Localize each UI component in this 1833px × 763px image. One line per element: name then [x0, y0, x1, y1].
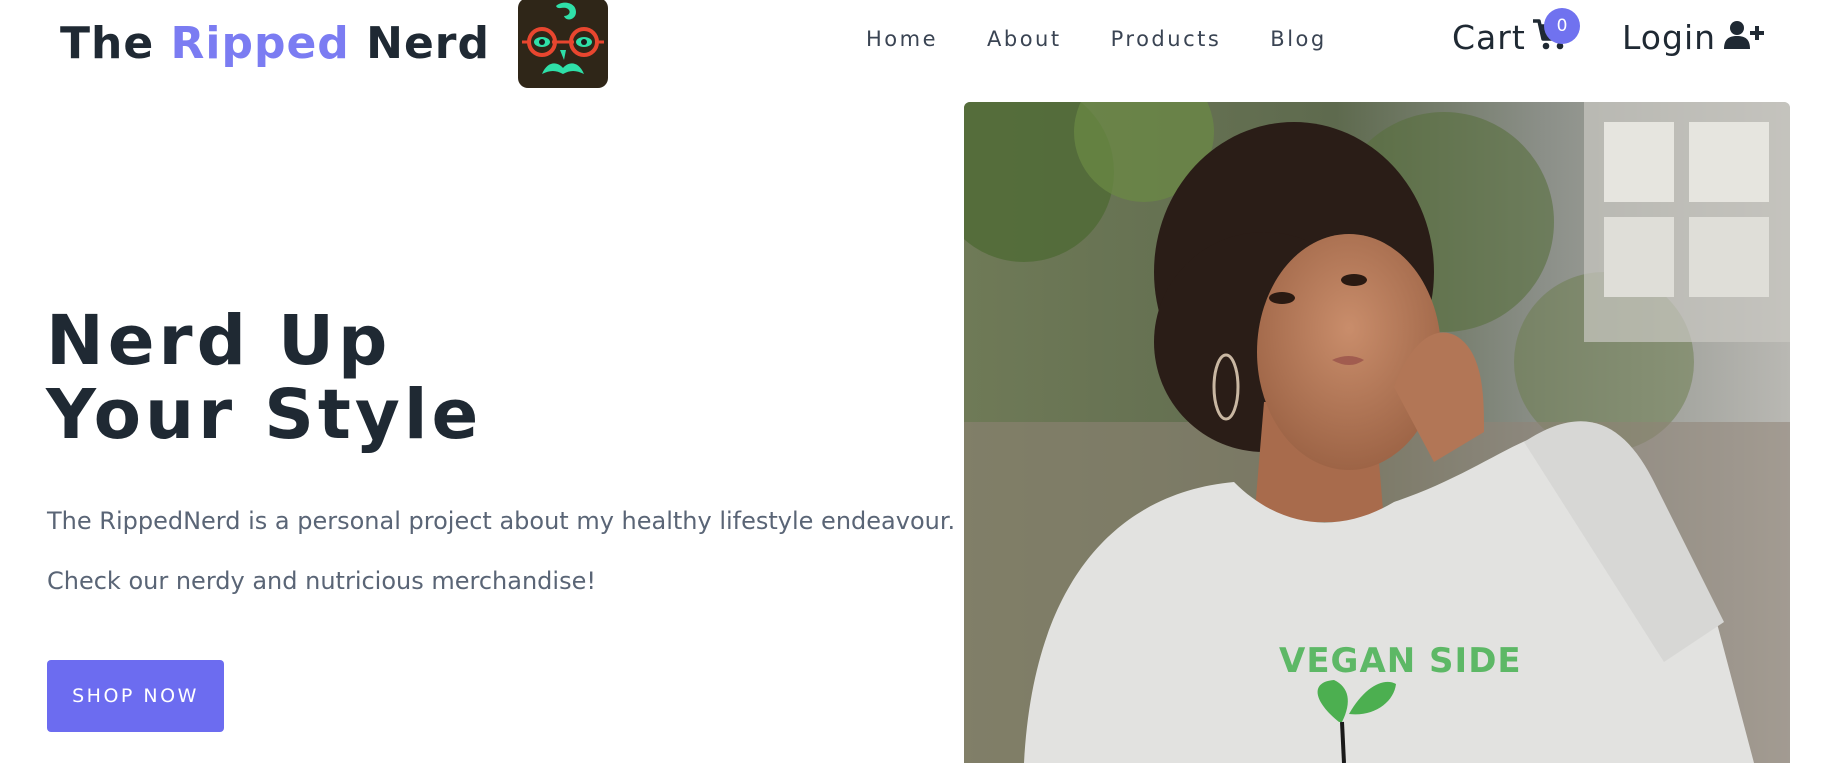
main-nav: Home About Products Blog — [866, 27, 1327, 51]
hero-image: VEGAN SIDE — [964, 102, 1790, 763]
brand-home-link[interactable]: The Ripped Nerd — [60, 0, 608, 88]
brand-word-ripped: Ripped — [170, 17, 350, 69]
nav-products[interactable]: Products — [1111, 27, 1222, 51]
login-button[interactable]: Login — [1622, 18, 1765, 57]
nav-blog[interactable]: Blog — [1270, 27, 1326, 51]
shirt-print-text: VEGAN SIDE — [1279, 641, 1522, 681]
brand-word-the: The — [60, 17, 171, 69]
brand-wordmark: The Ripped Nerd — [60, 18, 490, 69]
brand-word-nerd: Nerd — [349, 17, 490, 69]
hero-title-line-2: Your Style — [46, 375, 483, 455]
hero-description: The RippedNerd is a personal project abo… — [47, 507, 956, 535]
hero-title: Nerd Up Your Style — [46, 304, 606, 452]
login-label: Login — [1622, 18, 1717, 57]
cart-count-badge: 0 — [1544, 8, 1580, 44]
hero-subdescription: Check our nerdy and nutricious merchandi… — [47, 567, 596, 595]
hero-title-line-1: Nerd Up — [46, 301, 392, 381]
shop-now-button[interactable]: SHOP NOW — [47, 660, 224, 732]
model-in-sweatshirt-photo: VEGAN SIDE — [964, 102, 1790, 763]
cart-label: Cart — [1452, 18, 1526, 57]
user-plus-icon — [1724, 20, 1765, 55]
nerd-mascot-icon — [521, 2, 604, 74]
nerd-mascot-logo — [517, 0, 608, 88]
nav-about[interactable]: About — [987, 27, 1062, 51]
nav-home[interactable]: Home — [866, 27, 938, 51]
